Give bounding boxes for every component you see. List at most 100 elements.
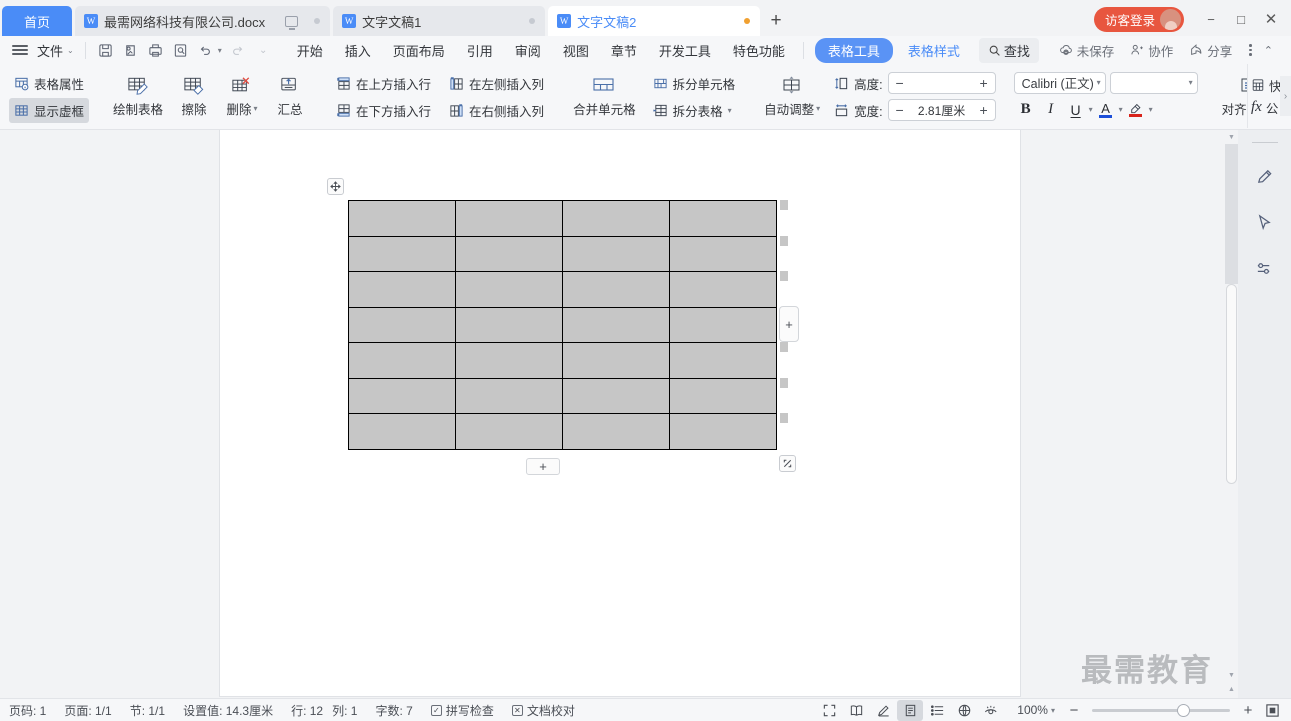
eye-protection-icon[interactable] xyxy=(978,700,1004,721)
tab-section[interactable]: 章节 xyxy=(600,39,648,62)
status-section[interactable]: 节: 1/1 xyxy=(121,702,174,719)
fit-page-icon[interactable] xyxy=(1259,700,1285,721)
table-cell[interactable] xyxy=(348,271,456,308)
table-cell[interactable] xyxy=(669,306,777,343)
status-spell-check[interactable]: ✓ 拼写检查 xyxy=(422,702,503,719)
show-gridlines-button[interactable]: 显示虚框 xyxy=(9,97,90,123)
zoom-in-button[interactable]: + xyxy=(1238,702,1258,719)
table-cell[interactable] xyxy=(562,271,670,308)
file-menu-button[interactable]: 文件 ⌄ xyxy=(33,41,78,60)
row-marker[interactable] xyxy=(780,200,788,210)
row-marker[interactable] xyxy=(780,342,788,352)
print-icon[interactable] xyxy=(143,39,168,61)
table-cell[interactable] xyxy=(669,271,777,308)
table-cell[interactable] xyxy=(348,235,456,272)
tab-page-layout[interactable]: 页面布局 xyxy=(382,39,456,62)
scroll-top-icon[interactable]: ▼ xyxy=(1225,130,1238,144)
guest-login-button[interactable]: 访客登录 xyxy=(1093,6,1184,32)
table-cell[interactable] xyxy=(562,377,670,414)
collapse-ribbon-icon[interactable]: ⌃ xyxy=(1262,44,1281,57)
table-cell[interactable] xyxy=(562,306,670,343)
tab-view[interactable]: 视图 xyxy=(552,39,600,62)
tab-table-tools[interactable]: 表格工具 xyxy=(814,37,893,63)
status-word-count[interactable]: 字数: 7 xyxy=(366,702,421,719)
save-state-button[interactable]: 未保存 xyxy=(1052,41,1122,60)
minimize-button[interactable]: − xyxy=(1196,6,1226,32)
fullscreen-icon[interactable] xyxy=(816,700,842,721)
table-cell[interactable] xyxy=(562,200,670,237)
italic-button[interactable]: I xyxy=(1039,98,1063,122)
table-cell[interactable] xyxy=(455,235,563,272)
status-setting-value[interactable]: 设置值: 14.3厘米 xyxy=(174,702,282,719)
collaborate-button[interactable]: 协作 xyxy=(1123,41,1180,60)
tab-close-dot[interactable] xyxy=(314,18,321,24)
status-page-of[interactable]: 页面: 1/1 xyxy=(55,702,120,719)
status-col[interactable]: 列: 1 xyxy=(332,702,366,719)
insert-row-below-button[interactable]: 在下方插入行 xyxy=(331,98,436,123)
add-row-button[interactable]: + xyxy=(526,457,560,475)
row-marker[interactable] xyxy=(780,271,788,281)
font-family-select[interactable]: Calibri (正文) ▾ xyxy=(1013,71,1106,94)
status-row[interactable]: 行: 12 xyxy=(282,702,332,719)
vertical-scrollbar[interactable]: ▼ ▼ ▲ xyxy=(1225,130,1238,698)
new-tab-button[interactable]: + xyxy=(760,6,792,36)
document-page[interactable]: + + xyxy=(220,130,1020,696)
width-increase-button[interactable]: + xyxy=(973,100,995,120)
print-preview-icon[interactable] xyxy=(118,39,143,61)
tab-special-features[interactable]: 特色功能 xyxy=(722,39,796,62)
ribbon-scroll-right-button[interactable]: › xyxy=(1280,76,1291,116)
table-cell[interactable] xyxy=(669,235,777,272)
tab-unsaved-dot[interactable] xyxy=(744,18,751,24)
merge-cells-button[interactable]: 合并单元格 xyxy=(567,72,642,121)
table-cell[interactable] xyxy=(669,200,777,237)
summary-button[interactable]: 汇总 xyxy=(267,72,313,121)
table-row[interactable] xyxy=(348,413,777,450)
table-properties-button[interactable]: 表格属性 xyxy=(9,71,89,96)
pen-edit-icon[interactable] xyxy=(870,700,896,721)
underline-button[interactable]: U xyxy=(1064,98,1088,122)
tab-start[interactable]: 开始 xyxy=(286,39,334,62)
document-tab-3[interactable]: W 文字文稿2 xyxy=(548,6,761,36)
table-row[interactable] xyxy=(348,377,777,414)
print-layout-icon[interactable] xyxy=(897,699,924,721)
settings-sliders-icon[interactable] xyxy=(1250,255,1280,281)
table-cell[interactable] xyxy=(669,377,777,414)
tab-close-dot[interactable] xyxy=(529,18,536,24)
width-stepper[interactable]: − 2.81厘米 + xyxy=(887,99,996,121)
table-cell[interactable] xyxy=(455,200,563,237)
table-container[interactable]: + + xyxy=(327,178,799,475)
zoom-slider[interactable] xyxy=(1092,703,1230,717)
table-cell[interactable] xyxy=(669,413,777,450)
tab-table-styles[interactable]: 表格样式 xyxy=(897,39,971,62)
hamburger-menu-icon[interactable] xyxy=(12,45,28,55)
table-cell[interactable] xyxy=(455,413,563,450)
cursor-icon[interactable] xyxy=(1250,209,1280,235)
font-color-button[interactable]: A xyxy=(1094,98,1118,122)
height-stepper[interactable]: − + xyxy=(887,72,996,94)
font-size-select[interactable]: ▾ xyxy=(1109,71,1198,94)
font-color-dropdown-icon[interactable]: ▾ xyxy=(1119,105,1123,114)
scroll-up-icon[interactable]: ▲ xyxy=(1225,682,1238,696)
table-cell[interactable] xyxy=(455,306,563,343)
row-marker[interactable] xyxy=(780,413,788,423)
tab-developer[interactable]: 开发工具 xyxy=(648,39,722,62)
table-row[interactable] xyxy=(348,200,777,237)
document-table[interactable] xyxy=(348,200,777,450)
scrollbar-track-upper[interactable] xyxy=(1225,144,1238,284)
table-cell[interactable] xyxy=(562,413,670,450)
height-increase-button[interactable]: + xyxy=(973,73,995,93)
tab-review[interactable]: 审阅 xyxy=(504,39,552,62)
delete-button[interactable]: 删除 ▾ xyxy=(219,72,265,121)
table-cell[interactable] xyxy=(455,271,563,308)
customize-toolbar-icon[interactable]: ⌄ xyxy=(251,39,276,61)
table-row[interactable] xyxy=(348,235,777,272)
save-icon[interactable] xyxy=(93,39,118,61)
document-canvas[interactable]: + + 最需教育 xyxy=(0,130,1225,698)
width-decrease-button[interactable]: − xyxy=(889,100,911,120)
table-row[interactable] xyxy=(348,306,777,343)
pen-icon[interactable] xyxy=(1250,163,1280,189)
table-cell[interactable] xyxy=(348,306,456,343)
maximize-button[interactable]: □ xyxy=(1226,6,1256,32)
find-button[interactable]: 查找 xyxy=(978,37,1039,63)
document-tab-1[interactable]: W 最需网络科技有限公司.docx xyxy=(75,6,331,36)
